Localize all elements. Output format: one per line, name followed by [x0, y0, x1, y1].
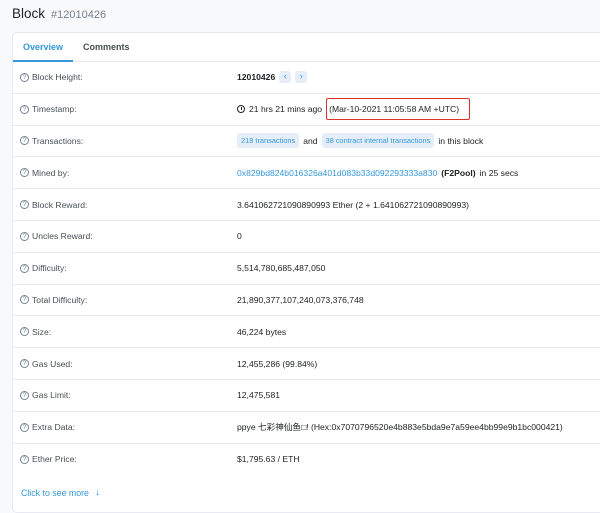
size-value: 46,224 bytes — [237, 326, 287, 337]
miner-pool-name: (F2Pool) — [441, 167, 476, 178]
tab-comments[interactable]: Comments — [73, 33, 140, 62]
question-circle-icon[interactable]: ? — [20, 200, 29, 210]
uncles-reward-label: Uncles Reward: — [32, 231, 93, 242]
block-details-card: Overview Comments ? Block Height: 1201042… — [12, 32, 600, 513]
transactions-label: Transactions: — [32, 135, 84, 146]
row-ether-price: ? Ether Price: $1,795.63 / ETH — [13, 444, 600, 476]
question-circle-icon[interactable]: ? — [20, 422, 29, 432]
tab-bar: Overview Comments — [13, 33, 600, 62]
arrow-down-icon: ↓ — [94, 487, 100, 498]
difficulty-label: Difficulty: — [32, 263, 67, 274]
row-size: ? Size: 46,224 bytes — [13, 316, 600, 349]
gas-used-value: 12,455,286 (99.84%) — [237, 358, 318, 369]
row-transactions: ? Transactions: 218 transactions and 38 c… — [13, 126, 600, 158]
question-circle-icon[interactable]: ? — [20, 136, 29, 146]
row-extra-data: ? Extra Data: ppye 七彩神仙鱼□! (Hex:0x7070796… — [13, 412, 600, 444]
timestamp-relative: 21 hrs 21 mins ago — [249, 104, 323, 115]
page-header: Block #12010426 — [12, 6, 106, 21]
difficulty-value: 5,514,780,685,487,050 — [237, 263, 326, 274]
transactions-suffix: in this block — [438, 135, 484, 146]
overview-rows: ? Block Height: 12010426 ‹ › ? Timestamp: … — [13, 62, 600, 475]
total-difficulty-value: 21,890,377,107,240,073,376,748 — [237, 294, 364, 305]
block-height-value: 12010426 — [237, 72, 276, 83]
internal-transactions-link[interactable]: 38 contract internal transactions — [321, 133, 435, 149]
chevron-left-icon: ‹ — [283, 71, 287, 82]
row-uncles-reward: ? Uncles Reward: 0 — [13, 221, 600, 253]
ether-price-value: $1,795.63 / ETH — [237, 454, 300, 465]
question-circle-icon[interactable]: ? — [20, 327, 29, 337]
total-difficulty-label: Total Difficulty: — [32, 294, 88, 305]
timestamp-label: Timestamp: — [32, 104, 77, 115]
question-circle-icon[interactable]: ? — [20, 263, 29, 273]
miner-address-link[interactable]: 0x829bd824b016326a401d083b33d092293333a8… — [237, 168, 437, 178]
question-circle-icon[interactable]: ? — [20, 168, 29, 178]
mined-by-suffix: in 25 secs — [479, 167, 519, 178]
row-total-difficulty: ? Total Difficulty: 21,890,377,107,240,07… — [13, 285, 600, 317]
row-block-height: ? Block Height: 12010426 ‹ › — [13, 62, 600, 94]
row-block-reward: ? Block Reward: 3.641062721090890993 Ethe… — [13, 189, 600, 221]
extra-data-value: ppye 七彩神仙鱼□! (Hex:0x7070796520e4b883e5bd… — [237, 422, 563, 433]
page-title: Block — [12, 6, 46, 21]
row-timestamp: ? Timestamp: 21 hrs 21 mins ago (Mar-10-2… — [13, 94, 600, 126]
ether-price-label: Ether Price: — [32, 454, 77, 465]
row-mined-by: ? Mined by: 0x829bd824b016326a401d083b33d… — [13, 157, 600, 190]
question-circle-icon[interactable]: ? — [20, 454, 29, 464]
question-circle-icon[interactable]: ? — [20, 359, 29, 369]
extra-data-label: Extra Data: — [32, 422, 75, 433]
transactions-count-link[interactable]: 218 transactions — [237, 133, 300, 149]
uncles-reward-value: 0 — [237, 231, 242, 242]
prev-block-button[interactable]: ‹ — [279, 71, 292, 84]
gas-used-label: Gas Used: — [32, 358, 73, 369]
question-circle-icon[interactable]: ? — [20, 231, 29, 241]
block-height-label: Block Height: — [32, 72, 83, 83]
see-more-label: Click to see more — [21, 487, 89, 498]
next-block-button[interactable]: › — [295, 71, 308, 84]
question-circle-icon[interactable]: ? — [20, 72, 29, 82]
transactions-and-text: and — [303, 135, 318, 146]
block-number-subtitle: #12010426 — [51, 9, 107, 21]
mined-by-label: Mined by: — [32, 167, 70, 178]
clock-icon — [237, 105, 245, 114]
timestamp-absolute: (Mar-10-2021 11:05:58 AM +UTC) — [326, 98, 471, 121]
question-circle-icon[interactable]: ? — [20, 104, 29, 114]
gas-limit-label: Gas Limit: — [32, 390, 71, 401]
block-reward-value: 3.641062721090890993 Ether (2 + 1.641062… — [237, 199, 470, 210]
chevron-right-icon: › — [299, 71, 303, 82]
row-gas-used: ? Gas Used: 12,455,286 (99.84%) — [13, 348, 600, 380]
row-gas-limit: ? Gas Limit: 12,475,581 — [13, 380, 600, 412]
see-more-link[interactable]: Click to see more ↓ — [21, 487, 100, 498]
question-circle-icon[interactable]: ? — [20, 295, 29, 305]
gas-limit-value: 12,475,581 — [237, 390, 281, 401]
row-difficulty: ? Difficulty: 5,514,780,685,487,050 — [13, 253, 600, 285]
size-label: Size: — [32, 326, 52, 337]
block-reward-label: Block Reward: — [32, 199, 88, 210]
question-circle-icon[interactable]: ? — [20, 390, 29, 400]
tab-overview[interactable]: Overview — [13, 33, 74, 62]
